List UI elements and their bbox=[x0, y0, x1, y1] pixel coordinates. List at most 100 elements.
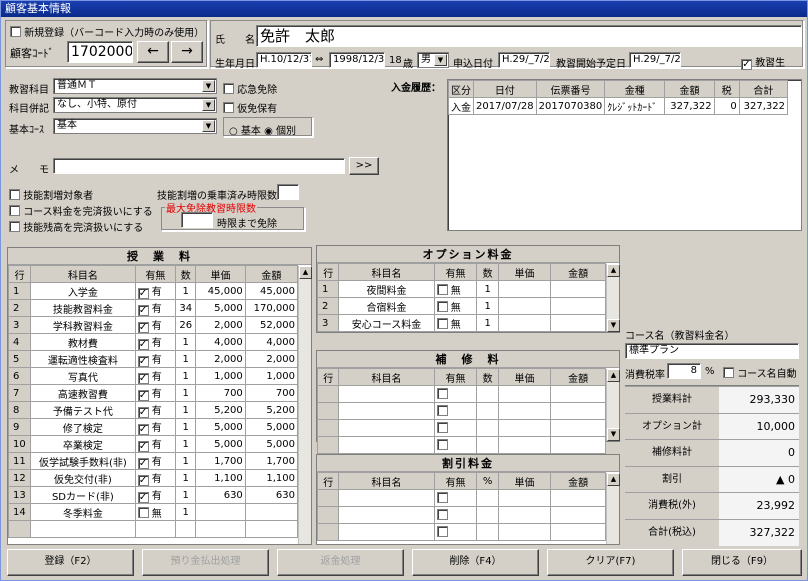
discount-row[interactable] bbox=[316, 506, 606, 524]
unit-price[interactable] bbox=[497, 402, 552, 420]
quantity[interactable] bbox=[476, 489, 499, 507]
scroll-up-icon[interactable]: ▲ bbox=[607, 473, 620, 486]
scroll-down-icon[interactable]: ▼ bbox=[607, 319, 620, 332]
birth-seireki-input[interactable]: 1998/12/31 bbox=[329, 52, 385, 68]
option-scrollbar[interactable]: ▲ ▼ bbox=[606, 264, 620, 332]
memo-expand-button[interactable]: >> bbox=[349, 157, 379, 175]
lesson-row[interactable] bbox=[7, 520, 299, 538]
enabled-checkbox[interactable] bbox=[436, 438, 448, 450]
quantity[interactable]: 1 bbox=[175, 367, 197, 385]
option-row[interactable]: 3 安心コース料金 無 1 bbox=[316, 314, 606, 332]
birth-swap-icon[interactable]: ⇔ bbox=[315, 54, 323, 65]
unit-price[interactable] bbox=[497, 523, 552, 541]
discount-scrollbar[interactable]: ▲ bbox=[606, 473, 620, 544]
unit-price[interactable] bbox=[195, 503, 246, 521]
payment-row[interactable]: 入金 2017/07/28 2017070380 ｸﾚｼﾞｯﾄｶｰﾄﾞ 327,322 0… bbox=[448, 97, 789, 115]
quantity[interactable]: 1 bbox=[175, 503, 197, 521]
lesson-row[interactable]: 11 仮学試験手数料(非) ✓ 有 1 1,700 1,700 bbox=[7, 452, 299, 470]
urgent-checkbox[interactable] bbox=[223, 83, 234, 94]
skill-limit-input[interactable] bbox=[277, 184, 299, 200]
subject-select[interactable]: 普通ＭＴ ▼ bbox=[53, 78, 217, 94]
skill-target-checkbox[interactable] bbox=[9, 189, 20, 200]
unit-price[interactable] bbox=[497, 506, 552, 524]
quantity[interactable]: 26 bbox=[175, 316, 197, 334]
unit-price[interactable] bbox=[497, 314, 552, 332]
close-button[interactable]: 閉じる（F9） bbox=[682, 549, 802, 576]
enabled-checkbox[interactable] bbox=[436, 404, 448, 416]
discount-row[interactable] bbox=[316, 489, 606, 507]
course-fee-done-checkbox[interactable] bbox=[9, 205, 20, 216]
discount-row[interactable] bbox=[316, 523, 606, 541]
supplement-row[interactable] bbox=[316, 385, 606, 403]
enabled-checkbox[interactable]: ✓ bbox=[137, 424, 149, 435]
quantity[interactable]: 1 bbox=[476, 280, 499, 298]
radio-individual[interactable]: ◉ bbox=[264, 126, 273, 137]
unit-price[interactable] bbox=[497, 436, 552, 454]
enabled-checkbox[interactable]: ✓ bbox=[137, 288, 149, 299]
unit-price[interactable]: 1,000 bbox=[195, 367, 246, 385]
enabled-checkbox[interactable] bbox=[436, 421, 448, 433]
unit-price[interactable]: 5,000 bbox=[195, 418, 246, 436]
scroll-up-icon[interactable]: ▲ bbox=[607, 369, 620, 382]
quantity[interactable]: 1 bbox=[175, 401, 197, 419]
enabled-checkbox[interactable]: ✓ bbox=[137, 305, 149, 316]
quantity[interactable]: 1 bbox=[175, 418, 197, 436]
unit-price[interactable] bbox=[195, 520, 246, 538]
next-button[interactable]: → bbox=[171, 41, 203, 63]
quantity[interactable]: 1 bbox=[175, 435, 197, 453]
enabled-checkbox[interactable] bbox=[436, 283, 448, 295]
enabled-checkbox[interactable] bbox=[436, 300, 448, 312]
quantity[interactable] bbox=[175, 520, 197, 538]
unit-price[interactable]: 2,000 bbox=[195, 350, 246, 368]
enabled-checkbox[interactable] bbox=[137, 506, 149, 518]
unit-price[interactable]: 5,200 bbox=[195, 401, 246, 419]
scroll-up-icon[interactable]: ▲ bbox=[299, 266, 312, 279]
unit-price[interactable]: 4,000 bbox=[195, 333, 246, 351]
temp-license-checkbox[interactable] bbox=[223, 102, 234, 113]
unit-price[interactable]: 5,000 bbox=[195, 299, 246, 317]
quantity[interactable]: 1 bbox=[175, 333, 197, 351]
enabled-checkbox[interactable]: ✓ bbox=[137, 339, 149, 350]
lesson-row[interactable]: 14 冬季料金 無 1 bbox=[7, 503, 299, 521]
supplement-scrollbar[interactable]: ▲ ▼ bbox=[606, 369, 620, 441]
lesson-row[interactable]: 12 仮免交付(非) ✓ 有 1 1,100 1,100 bbox=[7, 469, 299, 487]
max-exempt-input[interactable] bbox=[181, 212, 213, 228]
quantity[interactable] bbox=[476, 402, 499, 420]
name-input[interactable]: 免許 太郎 bbox=[256, 25, 802, 47]
supplement-row[interactable] bbox=[316, 402, 606, 420]
register-button[interactable]: 登録（F2） bbox=[7, 549, 134, 576]
lesson-row[interactable]: 13 SDカード(非) ✓ 有 1 630 630 bbox=[7, 486, 299, 504]
gender-select[interactable]: 男 ▼ bbox=[417, 52, 449, 68]
quantity[interactable]: 1 bbox=[175, 384, 197, 402]
combo-select[interactable]: なし、小特、原付 ▼ bbox=[53, 97, 217, 113]
lesson-row[interactable]: 4 教材費 ✓ 有 1 4,000 4,000 bbox=[7, 333, 299, 351]
quantity[interactable] bbox=[476, 506, 499, 524]
prepaid-payout-button[interactable]: 預り金払出処理 bbox=[142, 549, 269, 576]
new-reg-checkbox[interactable] bbox=[10, 26, 21, 37]
unit-price[interactable] bbox=[497, 280, 552, 298]
enabled-checkbox[interactable] bbox=[436, 491, 448, 503]
prev-button[interactable]: ← bbox=[137, 41, 169, 63]
clear-button[interactable]: クリア(F7) bbox=[547, 549, 674, 576]
quantity[interactable]: 34 bbox=[175, 299, 197, 317]
enabled-checkbox[interactable]: ✓ bbox=[137, 458, 149, 469]
enabled-checkbox[interactable]: ✓ bbox=[137, 373, 149, 384]
auto-course-name-checkbox[interactable] bbox=[723, 367, 734, 378]
lesson-row[interactable]: 10 卒業検定 ✓ 有 1 5,000 5,000 bbox=[7, 435, 299, 453]
course-select[interactable]: 基本 ▼ bbox=[53, 118, 217, 134]
enabled-checkbox[interactable]: ✓ bbox=[137, 492, 149, 503]
enabled-checkbox[interactable] bbox=[436, 508, 448, 520]
unit-price[interactable] bbox=[497, 489, 552, 507]
quantity[interactable] bbox=[476, 419, 499, 437]
scroll-up-icon[interactable]: ▲ bbox=[607, 264, 620, 277]
student-checkbox[interactable]: ✓ bbox=[741, 59, 752, 70]
unit-price[interactable]: 45,000 bbox=[195, 282, 246, 300]
lesson-row[interactable]: 6 写真代 ✓ 有 1 1,000 1,000 bbox=[7, 367, 299, 385]
course-name-input[interactable]: 標準プラン bbox=[625, 343, 799, 359]
enabled-checkbox[interactable]: ✓ bbox=[137, 322, 149, 333]
quantity[interactable]: 1 bbox=[476, 314, 499, 332]
supplement-row[interactable] bbox=[316, 419, 606, 437]
quantity[interactable]: 1 bbox=[175, 282, 197, 300]
unit-price[interactable]: 1,700 bbox=[195, 452, 246, 470]
unit-price[interactable]: 630 bbox=[195, 486, 246, 504]
